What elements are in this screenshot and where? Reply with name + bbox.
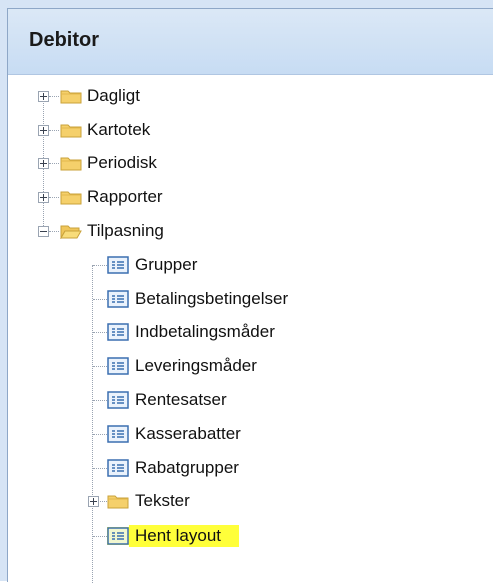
tree-node-rapporter[interactable]: Rapporter <box>8 180 493 214</box>
form-icon <box>107 357 129 375</box>
form-icon <box>107 527 129 545</box>
expand-icon[interactable] <box>38 125 49 136</box>
tree-node-label: Kasserabatter <box>135 424 241 443</box>
folder-open-icon <box>60 225 82 239</box>
tree-node-label: Periodisk <box>87 153 157 172</box>
tree-node-label: Rabatgrupper <box>135 458 239 477</box>
tree-node-label: Leveringsmåder <box>135 356 257 375</box>
tree-node-label: Grupper <box>135 255 198 274</box>
navigation-pane: Debitor Dagligt Kartotek Periodisk Rappo… <box>7 8 493 583</box>
tree-node-label: Dagligt <box>87 86 140 105</box>
tree-node-label: Betalingsbetingelser <box>135 289 289 308</box>
expand-icon[interactable] <box>88 496 99 507</box>
tree-node-tekster[interactable]: Tekster <box>8 484 493 518</box>
tree-node-tilpasning[interactable]: Tilpasning <box>8 214 493 248</box>
pane-title: Debitor <box>29 29 99 51</box>
pane-header: Debitor <box>8 9 493 75</box>
collapse-icon[interactable] <box>38 226 49 237</box>
tree-node-label: Tilpasning <box>87 221 164 240</box>
form-icon <box>107 459 129 477</box>
form-icon <box>107 425 129 443</box>
tree-node-betalingsbetingelser[interactable]: Betalingsbetingelser <box>8 282 493 316</box>
tree-node-rabatgrupper[interactable]: Rabatgrupper <box>8 451 493 485</box>
folder-icon <box>60 124 82 138</box>
folder-icon <box>107 495 129 509</box>
form-icon <box>107 391 129 409</box>
tree-node-rentesatser[interactable]: Rentesatser <box>8 383 493 417</box>
folder-icon <box>60 191 82 205</box>
folder-icon <box>60 157 82 171</box>
tree-node-indbetalingsmader[interactable]: Indbetalingsmåder <box>8 315 493 349</box>
expand-icon[interactable] <box>38 158 49 169</box>
tree-node-label-selected: Hent layout <box>129 525 239 547</box>
expand-icon[interactable] <box>38 192 49 203</box>
tree-node-kasserabatter[interactable]: Kasserabatter <box>8 417 493 451</box>
tree-node-hent-layout[interactable]: Hent layout <box>8 519 493 553</box>
tree-node-kartotek[interactable]: Kartotek <box>8 113 493 147</box>
tree-node-label: Tekster <box>135 491 190 510</box>
form-icon <box>107 323 129 341</box>
tree-node-label: Kartotek <box>87 120 151 139</box>
tree-node-grupper[interactable]: Grupper <box>8 248 493 282</box>
tree-node-leveringsmader[interactable]: Leveringsmåder <box>8 349 493 383</box>
tree-node-periodisk[interactable]: Periodisk <box>8 146 493 180</box>
tree-node-dagligt[interactable]: Dagligt <box>8 79 493 113</box>
form-icon <box>107 290 129 308</box>
form-icon <box>107 256 129 274</box>
tree-node-label: Rentesatser <box>135 390 227 409</box>
window-frame: Debitor Dagligt Kartotek Periodisk Rappo… <box>0 0 493 583</box>
folder-icon <box>60 90 82 104</box>
tree-node-label: Indbetalingsmåder <box>135 322 275 341</box>
tree-node-label: Rapporter <box>87 187 163 206</box>
navigation-tree: Dagligt Kartotek Periodisk Rapporter Til… <box>8 79 493 583</box>
expand-icon[interactable] <box>38 91 49 102</box>
